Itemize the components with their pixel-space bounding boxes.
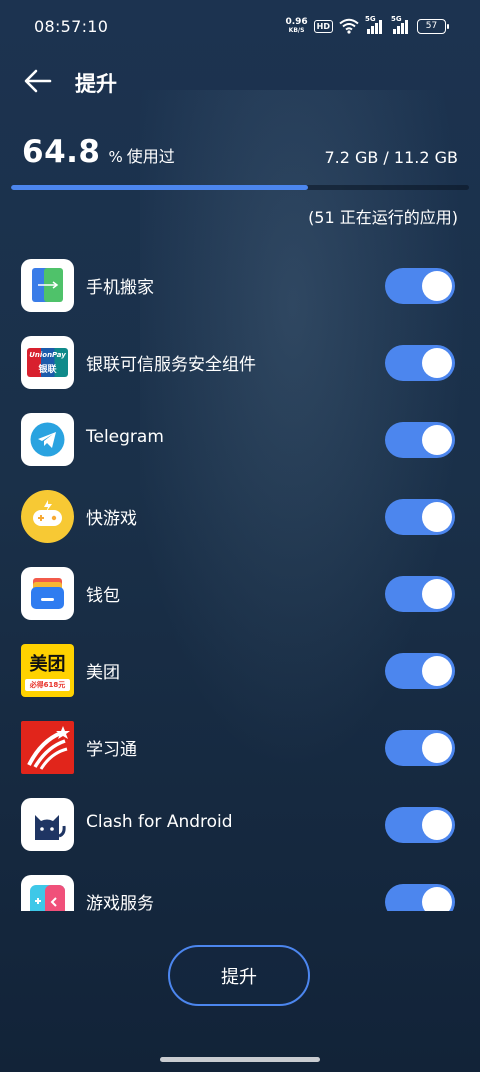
app-name: 美团 bbox=[86, 663, 120, 683]
app-name: 银联可信服务安全组件 bbox=[86, 355, 256, 375]
list-item[interactable]: 手机搬家 bbox=[0, 236, 480, 313]
list-item[interactable]: 学习通 bbox=[0, 698, 480, 775]
toggle-knob bbox=[422, 579, 452, 609]
app-name: 钱包 bbox=[86, 586, 120, 606]
toggle-knob bbox=[422, 271, 452, 301]
percent-sign: % bbox=[108, 148, 123, 166]
app-name: 手机搬家 bbox=[86, 278, 154, 298]
hd-voice-icon: HD bbox=[313, 19, 333, 33]
app-name: 快游戏 bbox=[86, 509, 137, 529]
meituan-icon: 美团 必得618元 bbox=[21, 644, 74, 697]
network-speed: 0.96 KB/S bbox=[285, 17, 308, 35]
wallet-icon bbox=[21, 567, 74, 620]
toggle-knob bbox=[422, 425, 452, 455]
toggle-knob bbox=[422, 887, 452, 911]
toggle-knob bbox=[422, 810, 452, 840]
memory-percent: 64.8 bbox=[22, 134, 101, 170]
list-item[interactable]: 钱包 bbox=[0, 544, 480, 621]
app-toggle[interactable] bbox=[385, 576, 455, 612]
memory-progress-bar bbox=[11, 185, 469, 190]
arrow-left-icon bbox=[24, 69, 52, 93]
app-name: Telegram bbox=[86, 427, 164, 447]
page-title: 提升 bbox=[75, 72, 117, 96]
boost-button[interactable]: 提升 bbox=[168, 945, 310, 1006]
toggle-knob bbox=[422, 502, 452, 532]
unionpay-icon: UnionPay 银联 bbox=[21, 336, 74, 389]
memory-usage: 64.8 % 使用过 bbox=[22, 134, 175, 170]
home-indicator[interactable] bbox=[160, 1057, 320, 1062]
header: 提升 bbox=[0, 58, 480, 104]
xuexitong-icon bbox=[21, 721, 74, 774]
list-item[interactable]: 美团 必得618元 美团 bbox=[0, 621, 480, 698]
app-name: Clash for Android bbox=[86, 812, 233, 832]
status-time: 08:57:10 bbox=[34, 17, 109, 36]
app-list[interactable]: 手机搬家 UnionPay 银联 银联可信服务安全组件 Telegram 快游戏… bbox=[0, 236, 480, 911]
app-toggle[interactable] bbox=[385, 807, 455, 843]
status-icons: 0.96 KB/S HD 5G 5G 57 bbox=[285, 15, 449, 37]
app-toggle[interactable] bbox=[385, 653, 455, 689]
quick-game-icon bbox=[21, 490, 74, 543]
app-toggle[interactable] bbox=[385, 268, 455, 304]
toggle-knob bbox=[422, 733, 452, 763]
app-toggle[interactable] bbox=[385, 499, 455, 535]
clash-cat-icon bbox=[21, 798, 74, 851]
toggle-knob bbox=[422, 656, 452, 686]
app-toggle[interactable] bbox=[385, 884, 455, 911]
list-item[interactable]: Clash for Android bbox=[0, 775, 480, 852]
app-toggle[interactable] bbox=[385, 730, 455, 766]
list-item[interactable]: 游戏服务 bbox=[0, 852, 480, 911]
app-name: 游戏服务 bbox=[86, 894, 154, 911]
wifi-icon bbox=[339, 18, 359, 34]
status-bar: 08:57:10 0.96 KB/S HD 5G 5G 57 bbox=[0, 0, 480, 44]
game-service-icon bbox=[21, 875, 74, 911]
app-name: 学习通 bbox=[86, 740, 137, 760]
phone-clone-icon bbox=[21, 259, 74, 312]
app-toggle[interactable] bbox=[385, 345, 455, 381]
list-item[interactable]: UnionPay 银联 银联可信服务安全组件 bbox=[0, 313, 480, 390]
list-item[interactable]: 快游戏 bbox=[0, 467, 480, 544]
toggle-knob bbox=[422, 348, 452, 378]
used-label: 使用过 bbox=[126, 147, 175, 166]
app-toggle[interactable] bbox=[385, 422, 455, 458]
running-apps-count: (51 正在运行的应用) bbox=[308, 208, 458, 227]
battery-level: 57 bbox=[425, 21, 438, 31]
memory-summary: 7.2 GB / 11.2 GB bbox=[324, 148, 458, 167]
network-speed-value: 0.96 bbox=[285, 17, 308, 27]
back-button[interactable] bbox=[20, 64, 56, 98]
network-speed-unit: KB/S bbox=[288, 27, 305, 34]
list-item[interactable]: Telegram bbox=[0, 390, 480, 467]
battery-icon: 57 bbox=[417, 18, 449, 34]
memory-progress-fill bbox=[11, 185, 308, 190]
signal-1-icon: 5G bbox=[365, 15, 385, 34]
telegram-icon bbox=[21, 413, 74, 466]
signal-2-icon: 5G bbox=[391, 15, 411, 34]
